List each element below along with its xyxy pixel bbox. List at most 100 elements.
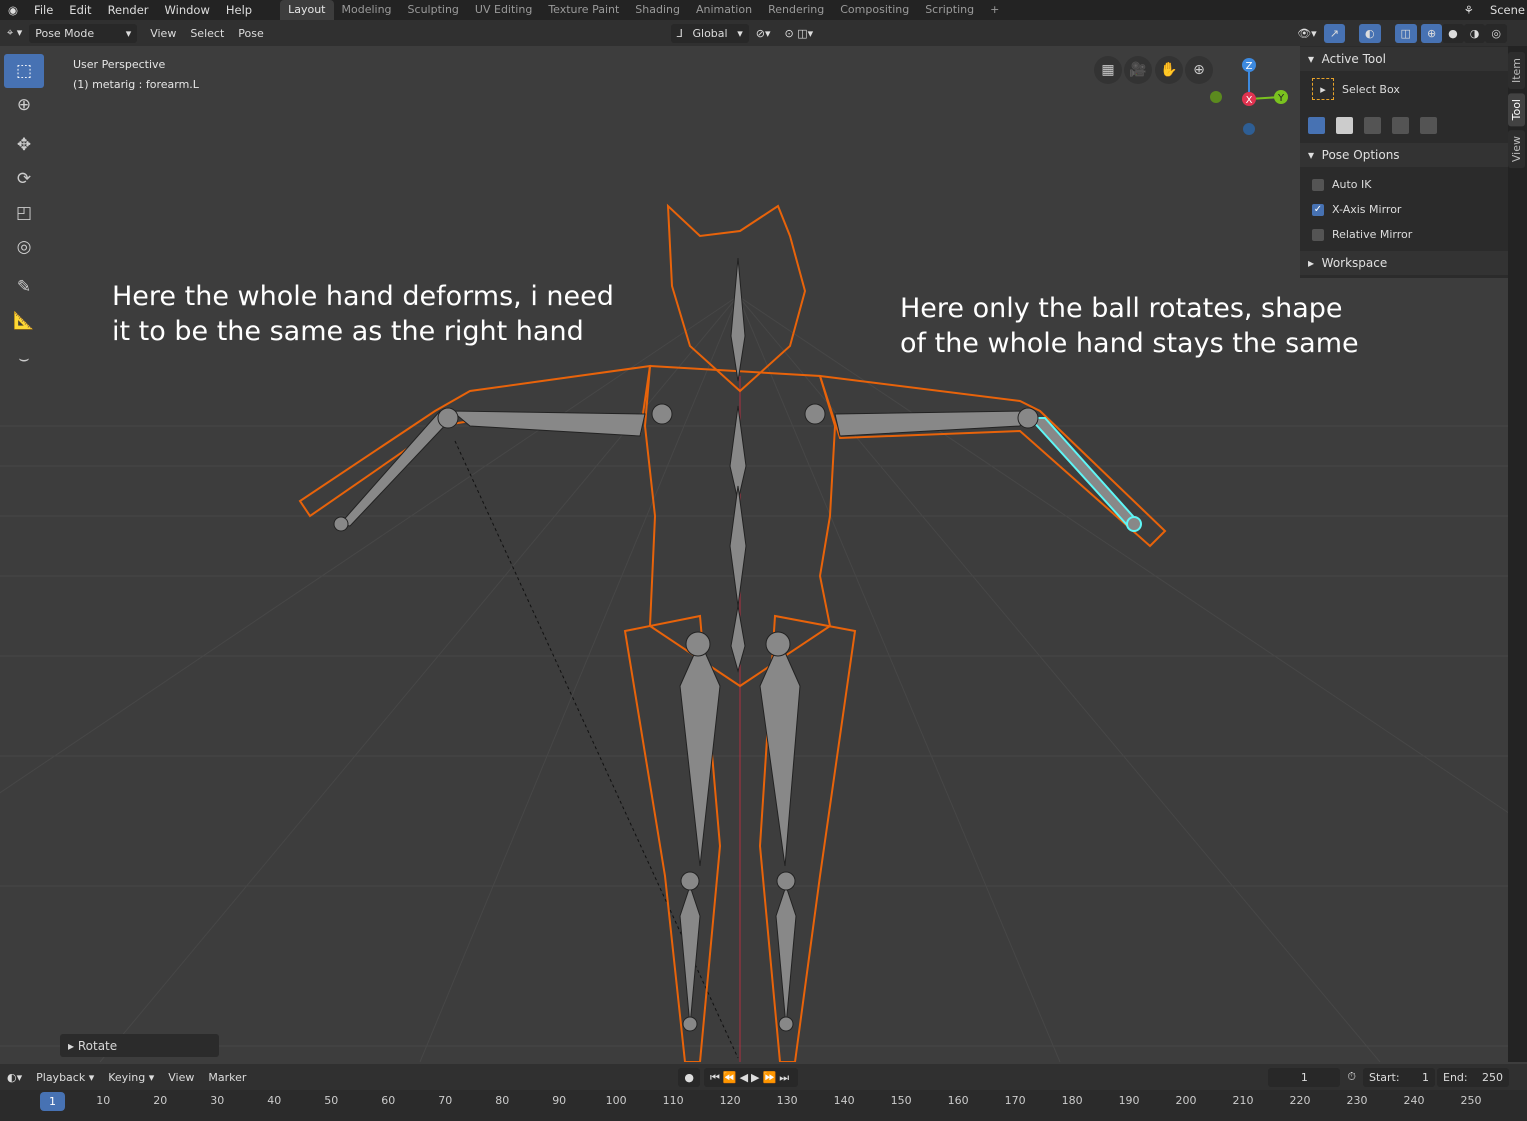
- 3d-viewport[interactable]: User Perspective (1) metarig : forearm.L…: [0, 46, 1510, 1062]
- frame-tick-label: 40: [267, 1094, 282, 1107]
- scene-icon[interactable]: ⚘: [1456, 3, 1482, 17]
- menu-file[interactable]: File: [26, 3, 61, 17]
- tab-layout[interactable]: Layout: [280, 0, 334, 20]
- gizmo-toggle-icon[interactable]: ↗: [1323, 23, 1345, 43]
- timeline-ruler[interactable]: 1 10 20 30 40 50 60 70 80 90 100 110 120 130 140 150 160…: [0, 1090, 1527, 1121]
- pan-hand-icon[interactable]: ✋: [1155, 56, 1183, 84]
- checkbox-checked-icon: ✓: [1312, 203, 1324, 216]
- sidebar-tabs: Item Tool View: [1508, 46, 1527, 1062]
- mode-extend-icon[interactable]: [1336, 116, 1353, 134]
- shading-rendered-icon[interactable]: ◎: [1485, 23, 1507, 43]
- tab-compositing[interactable]: Compositing: [832, 0, 917, 20]
- pose-options-header[interactable]: ▾ Pose Options: [1300, 143, 1508, 167]
- tab-rendering[interactable]: Rendering: [760, 0, 832, 20]
- menu-help[interactable]: Help: [218, 3, 260, 17]
- editor-type-timeline-icon[interactable]: ◐▾: [0, 1071, 29, 1084]
- tab-modeling[interactable]: Modeling: [334, 0, 400, 20]
- armature-bones: [333, 257, 1142, 1032]
- scene-selector[interactable]: Scene: [1482, 3, 1527, 17]
- menu-window[interactable]: Window: [157, 3, 218, 17]
- mode-selector[interactable]: Pose Mode ▾: [29, 23, 138, 43]
- frame-tick-label: 10: [96, 1094, 111, 1107]
- orientation-selector[interactable]: ⅃ Global ▾: [670, 23, 749, 43]
- overlay-toggle-icon[interactable]: ◐: [1358, 23, 1381, 43]
- sidebar-tab-tool[interactable]: Tool: [1508, 93, 1525, 127]
- pose-relax-tool-icon[interactable]: ⌣: [4, 342, 44, 376]
- end-frame-field[interactable]: End: 250: [1437, 1067, 1509, 1087]
- menu-edit[interactable]: Edit: [61, 3, 99, 17]
- pose-options-title: Pose Options: [1321, 148, 1400, 162]
- scale-tool-icon[interactable]: ◰: [4, 196, 44, 230]
- active-tool-header[interactable]: ▾ Active Tool: [1300, 47, 1508, 71]
- cursor-tool-icon[interactable]: ⊕: [4, 88, 44, 122]
- frame-tick-label: 170: [1004, 1094, 1026, 1107]
- xray-toggle-icon[interactable]: ◫: [1394, 23, 1417, 43]
- sidebar-tab-item[interactable]: Item: [1508, 52, 1525, 90]
- mode-intersect-icon[interactable]: [1420, 116, 1437, 134]
- select-box-tool-icon[interactable]: ⬚: [4, 54, 44, 88]
- operator-panel-rotate[interactable]: ▸ Rotate: [60, 1034, 219, 1057]
- shading-material-icon[interactable]: ◑: [1463, 23, 1486, 43]
- mode-invert-icon[interactable]: [1392, 116, 1409, 134]
- viewport-scene: [0, 203, 1510, 1062]
- relative-mirror-label: Relative Mirror: [1332, 228, 1413, 241]
- annotate-tool-icon[interactable]: ✎: [4, 270, 44, 304]
- frame-tick-label: 200: [1175, 1094, 1197, 1107]
- tab-uv-editing[interactable]: UV Editing: [467, 0, 540, 20]
- tab-scripting[interactable]: Scripting: [917, 0, 982, 20]
- blender-logo-icon[interactable]: ◉: [0, 3, 26, 17]
- active-tool-item[interactable]: ▸ Select Box: [1300, 71, 1508, 107]
- measure-tool-icon[interactable]: 📐: [4, 304, 44, 338]
- visibility-icon[interactable]: 👁▾: [1290, 27, 1324, 40]
- x-axis-mirror-checkbox[interactable]: ✓ X-Axis Mirror: [1300, 197, 1508, 222]
- menu-timeline-view[interactable]: View: [161, 1071, 201, 1084]
- timeline-header: ◐▾ Playback ▾ Keying ▾ View Marker ● ⏮⏪◀…: [0, 1064, 1527, 1090]
- gizmo-x: X: [1246, 95, 1253, 106]
- start-frame-field[interactable]: Start: 1: [1363, 1067, 1435, 1087]
- frame-tick-label: 100: [605, 1094, 627, 1107]
- menu-marker[interactable]: Marker: [201, 1071, 253, 1084]
- playback-controls[interactable]: ⏮⏪◀▶⏩⏭: [703, 1067, 799, 1087]
- menu-playback[interactable]: Playback ▾: [29, 1071, 101, 1084]
- active-tool-title: Active Tool: [1321, 52, 1386, 66]
- checkbox-icon: [1312, 178, 1324, 191]
- tab-texture-paint[interactable]: Texture Paint: [540, 0, 627, 20]
- toggle-perspective-icon[interactable]: ▦: [1094, 56, 1122, 84]
- move-tool-icon[interactable]: ✥: [4, 128, 44, 162]
- current-frame-indicator[interactable]: 1: [40, 1092, 65, 1111]
- mode-subtract-icon[interactable]: [1364, 116, 1381, 134]
- current-frame-field[interactable]: 1: [1268, 1067, 1341, 1087]
- shading-solid-icon[interactable]: ●: [1442, 23, 1464, 43]
- sidebar-tab-view[interactable]: View: [1508, 130, 1525, 169]
- record-button[interactable]: ●: [678, 1067, 700, 1087]
- mode-new-icon[interactable]: [1308, 116, 1325, 134]
- active-object-label: (1) metarig : forearm.L: [73, 78, 199, 91]
- pivot-icon[interactable]: ⊘▾: [749, 27, 778, 40]
- tab-sculpting[interactable]: Sculpting: [400, 0, 467, 20]
- annotation-right-line: of the whole hand stays the same: [900, 328, 1359, 359]
- workspace-header[interactable]: ▸ Workspace: [1300, 251, 1508, 275]
- frame-tick-label: 230: [1346, 1094, 1368, 1107]
- menu-select[interactable]: Select: [183, 27, 231, 40]
- auto-ik-checkbox[interactable]: Auto IK: [1300, 172, 1508, 197]
- tab-shading[interactable]: Shading: [627, 0, 688, 20]
- relative-mirror-checkbox[interactable]: Relative Mirror: [1300, 222, 1508, 247]
- menu-render[interactable]: Render: [100, 3, 157, 17]
- camera-view-icon[interactable]: 🎥: [1124, 56, 1152, 84]
- frame-tick-label: 250: [1460, 1094, 1482, 1107]
- menu-view[interactable]: View: [143, 27, 183, 40]
- add-workspace-button[interactable]: +: [982, 0, 1007, 20]
- snap-icon[interactable]: ⊙ ◫▾: [778, 27, 821, 40]
- stopwatch-icon[interactable]: ⏱: [1340, 1070, 1363, 1084]
- workspace-title: Workspace: [1321, 256, 1388, 270]
- shading-wireframe-icon[interactable]: ⊕: [1420, 23, 1443, 43]
- menu-keying[interactable]: Keying ▾: [101, 1071, 161, 1084]
- tab-animation[interactable]: Animation: [688, 0, 760, 20]
- menu-pose[interactable]: Pose: [231, 27, 270, 40]
- transform-tool-icon[interactable]: ◎: [4, 230, 44, 264]
- annotation-left-line: Here the whole hand deforms, i need: [112, 281, 614, 312]
- editor-type-icon[interactable]: ⌖ ▾: [0, 26, 29, 40]
- rotate-tool-icon[interactable]: ⟳: [4, 162, 44, 196]
- operator-panel-label: Rotate: [77, 1039, 118, 1053]
- navigation-gizmo[interactable]: Z X Y: [1200, 52, 1300, 142]
